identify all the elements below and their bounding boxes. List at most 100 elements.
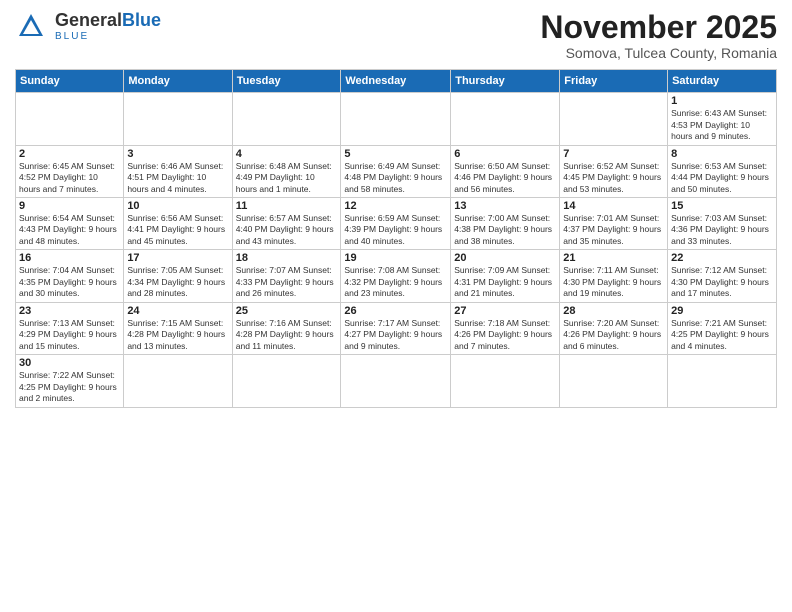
- day-info: Sunrise: 7:00 AM Sunset: 4:38 PM Dayligh…: [454, 213, 556, 247]
- day-info: Sunrise: 7:21 AM Sunset: 4:25 PM Dayligh…: [671, 318, 773, 352]
- calendar-week-row: 23Sunrise: 7:13 AM Sunset: 4:29 PM Dayli…: [16, 302, 777, 354]
- day-number: 13: [454, 200, 556, 212]
- calendar-cell: [560, 93, 668, 145]
- calendar-week-row: 2Sunrise: 6:45 AM Sunset: 4:52 PM Daylig…: [16, 145, 777, 197]
- logo-area: GeneralBlue BLUE: [15, 10, 161, 42]
- day-number: 14: [563, 200, 664, 212]
- day-number: 3: [127, 148, 228, 160]
- calendar-header-row: SundayMondayTuesdayWednesdayThursdayFrid…: [16, 70, 777, 93]
- day-info: Sunrise: 7:12 AM Sunset: 4:30 PM Dayligh…: [671, 265, 773, 299]
- header: GeneralBlue BLUE November 2025 Somova, T…: [15, 10, 777, 61]
- calendar-cell: 11Sunrise: 6:57 AM Sunset: 4:40 PM Dayli…: [232, 198, 341, 250]
- day-info: Sunrise: 7:04 AM Sunset: 4:35 PM Dayligh…: [19, 265, 120, 299]
- weekday-header-monday: Monday: [124, 70, 232, 93]
- calendar-cell: [232, 355, 341, 407]
- day-info: Sunrise: 6:50 AM Sunset: 4:46 PM Dayligh…: [454, 161, 556, 195]
- calendar-cell: 19Sunrise: 7:08 AM Sunset: 4:32 PM Dayli…: [341, 250, 451, 302]
- logo-icon: [15, 10, 47, 42]
- calendar-cell: 9Sunrise: 6:54 AM Sunset: 4:43 PM Daylig…: [16, 198, 124, 250]
- calendar-cell: 23Sunrise: 7:13 AM Sunset: 4:29 PM Dayli…: [16, 302, 124, 354]
- calendar-cell: [451, 355, 560, 407]
- weekday-header-sunday: Sunday: [16, 70, 124, 93]
- calendar-cell: 22Sunrise: 7:12 AM Sunset: 4:30 PM Dayli…: [668, 250, 777, 302]
- calendar-cell: [341, 355, 451, 407]
- day-number: 16: [19, 252, 120, 264]
- day-number: 27: [454, 305, 556, 317]
- day-info: Sunrise: 6:59 AM Sunset: 4:39 PM Dayligh…: [344, 213, 447, 247]
- day-info: Sunrise: 6:45 AM Sunset: 4:52 PM Dayligh…: [19, 161, 120, 195]
- day-number: 2: [19, 148, 120, 160]
- calendar-cell: 10Sunrise: 6:56 AM Sunset: 4:41 PM Dayli…: [124, 198, 232, 250]
- calendar-cell: 17Sunrise: 7:05 AM Sunset: 4:34 PM Dayli…: [124, 250, 232, 302]
- calendar-cell: 28Sunrise: 7:20 AM Sunset: 4:26 PM Dayli…: [560, 302, 668, 354]
- calendar-cell: 6Sunrise: 6:50 AM Sunset: 4:46 PM Daylig…: [451, 145, 560, 197]
- day-number: 20: [454, 252, 556, 264]
- weekday-header-thursday: Thursday: [451, 70, 560, 93]
- calendar-cell: [451, 93, 560, 145]
- calendar-cell: 1Sunrise: 6:43 AM Sunset: 4:53 PM Daylig…: [668, 93, 777, 145]
- day-info: Sunrise: 7:11 AM Sunset: 4:30 PM Dayligh…: [563, 265, 664, 299]
- day-number: 26: [344, 305, 447, 317]
- logo-row: GeneralBlue BLUE: [15, 10, 161, 42]
- calendar: SundayMondayTuesdayWednesdayThursdayFrid…: [15, 69, 777, 407]
- day-number: 30: [19, 357, 120, 369]
- calendar-cell: 30Sunrise: 7:22 AM Sunset: 4:25 PM Dayli…: [16, 355, 124, 407]
- calendar-cell: 5Sunrise: 6:49 AM Sunset: 4:48 PM Daylig…: [341, 145, 451, 197]
- calendar-cell: 15Sunrise: 7:03 AM Sunset: 4:36 PM Dayli…: [668, 198, 777, 250]
- day-number: 23: [19, 305, 120, 317]
- day-number: 7: [563, 148, 664, 160]
- calendar-cell: 16Sunrise: 7:04 AM Sunset: 4:35 PM Dayli…: [16, 250, 124, 302]
- day-info: Sunrise: 7:01 AM Sunset: 4:37 PM Dayligh…: [563, 213, 664, 247]
- day-number: 25: [236, 305, 338, 317]
- calendar-cell: 7Sunrise: 6:52 AM Sunset: 4:45 PM Daylig…: [560, 145, 668, 197]
- day-info: Sunrise: 7:08 AM Sunset: 4:32 PM Dayligh…: [344, 265, 447, 299]
- day-number: 17: [127, 252, 228, 264]
- day-info: Sunrise: 7:07 AM Sunset: 4:33 PM Dayligh…: [236, 265, 338, 299]
- calendar-week-row: 9Sunrise: 6:54 AM Sunset: 4:43 PM Daylig…: [16, 198, 777, 250]
- day-info: Sunrise: 6:54 AM Sunset: 4:43 PM Dayligh…: [19, 213, 120, 247]
- day-number: 15: [671, 200, 773, 212]
- day-number: 1: [671, 95, 773, 107]
- calendar-cell: 4Sunrise: 6:48 AM Sunset: 4:49 PM Daylig…: [232, 145, 341, 197]
- day-info: Sunrise: 6:46 AM Sunset: 4:51 PM Dayligh…: [127, 161, 228, 195]
- calendar-week-row: 30Sunrise: 7:22 AM Sunset: 4:25 PM Dayli…: [16, 355, 777, 407]
- calendar-cell: 27Sunrise: 7:18 AM Sunset: 4:26 PM Dayli…: [451, 302, 560, 354]
- month-title: November 2025: [540, 10, 777, 45]
- day-number: 6: [454, 148, 556, 160]
- day-number: 19: [344, 252, 447, 264]
- day-number: 8: [671, 148, 773, 160]
- day-info: Sunrise: 7:22 AM Sunset: 4:25 PM Dayligh…: [19, 370, 120, 404]
- day-info: Sunrise: 6:43 AM Sunset: 4:53 PM Dayligh…: [671, 108, 773, 142]
- calendar-week-row: 1Sunrise: 6:43 AM Sunset: 4:53 PM Daylig…: [16, 93, 777, 145]
- day-number: 28: [563, 305, 664, 317]
- calendar-cell: [232, 93, 341, 145]
- calendar-cell: [124, 93, 232, 145]
- calendar-cell: 13Sunrise: 7:00 AM Sunset: 4:38 PM Dayli…: [451, 198, 560, 250]
- day-info: Sunrise: 6:52 AM Sunset: 4:45 PM Dayligh…: [563, 161, 664, 195]
- weekday-header-saturday: Saturday: [668, 70, 777, 93]
- day-info: Sunrise: 6:48 AM Sunset: 4:49 PM Dayligh…: [236, 161, 338, 195]
- day-number: 18: [236, 252, 338, 264]
- day-number: 22: [671, 252, 773, 264]
- weekday-header-tuesday: Tuesday: [232, 70, 341, 93]
- logo-sub: BLUE: [55, 31, 161, 42]
- day-info: Sunrise: 7:13 AM Sunset: 4:29 PM Dayligh…: [19, 318, 120, 352]
- page: GeneralBlue BLUE November 2025 Somova, T…: [0, 0, 792, 612]
- calendar-cell: 2Sunrise: 6:45 AM Sunset: 4:52 PM Daylig…: [16, 145, 124, 197]
- calendar-cell: 8Sunrise: 6:53 AM Sunset: 4:44 PM Daylig…: [668, 145, 777, 197]
- calendar-cell: 21Sunrise: 7:11 AM Sunset: 4:30 PM Dayli…: [560, 250, 668, 302]
- day-info: Sunrise: 6:56 AM Sunset: 4:41 PM Dayligh…: [127, 213, 228, 247]
- location-title: Somova, Tulcea County, Romania: [540, 45, 777, 61]
- day-info: Sunrise: 7:09 AM Sunset: 4:31 PM Dayligh…: [454, 265, 556, 299]
- day-number: 24: [127, 305, 228, 317]
- day-info: Sunrise: 7:16 AM Sunset: 4:28 PM Dayligh…: [236, 318, 338, 352]
- calendar-cell: 18Sunrise: 7:07 AM Sunset: 4:33 PM Dayli…: [232, 250, 341, 302]
- day-number: 5: [344, 148, 447, 160]
- calendar-cell: 3Sunrise: 6:46 AM Sunset: 4:51 PM Daylig…: [124, 145, 232, 197]
- calendar-cell: 20Sunrise: 7:09 AM Sunset: 4:31 PM Dayli…: [451, 250, 560, 302]
- weekday-header-wednesday: Wednesday: [341, 70, 451, 93]
- day-number: 11: [236, 200, 338, 212]
- calendar-week-row: 16Sunrise: 7:04 AM Sunset: 4:35 PM Dayli…: [16, 250, 777, 302]
- calendar-cell: 25Sunrise: 7:16 AM Sunset: 4:28 PM Dayli…: [232, 302, 341, 354]
- calendar-cell: [668, 355, 777, 407]
